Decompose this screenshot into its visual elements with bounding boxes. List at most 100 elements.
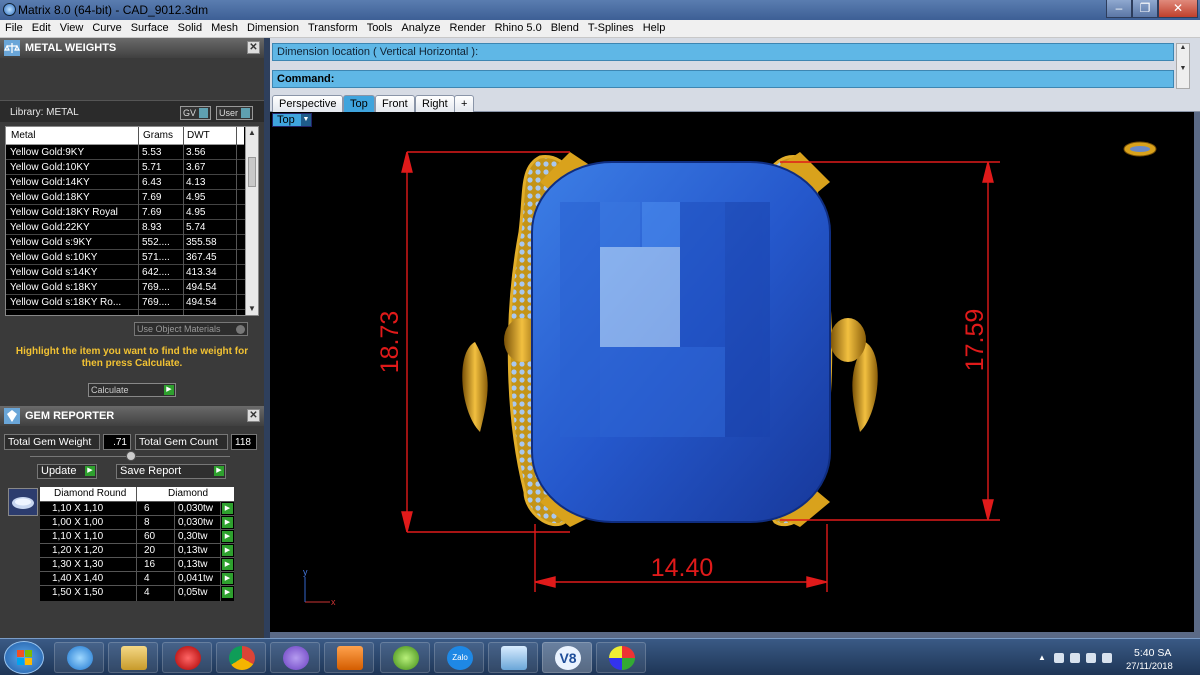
- menu-view[interactable]: View: [55, 20, 88, 38]
- scroll-down-icon[interactable]: ▼: [248, 304, 256, 313]
- menu-edit[interactable]: Edit: [27, 20, 55, 38]
- minimize-button[interactable]: –: [1106, 0, 1132, 18]
- menu-file[interactable]: File: [0, 20, 27, 38]
- menu-help[interactable]: Help: [638, 20, 670, 38]
- menu-transform[interactable]: Transform: [303, 20, 362, 38]
- gem-row[interactable]: 1,20 X 1,20 20 0,13tw ▶: [40, 543, 234, 557]
- tab-top[interactable]: Top: [343, 95, 375, 112]
- col-grams[interactable]: Grams: [143, 130, 173, 141]
- clock-time[interactable]: 5:40 SA: [1134, 647, 1171, 659]
- dimension-left-value: 18.73: [376, 311, 404, 374]
- tab-right[interactable]: Right: [415, 95, 455, 112]
- metal-row[interactable]: Yellow Gold s:18KY 769.... 494.54: [6, 280, 246, 295]
- tab-perspective[interactable]: Perspective: [272, 95, 344, 112]
- menu-analyze[interactable]: Analyze: [396, 20, 444, 38]
- file-explorer-icon[interactable]: [108, 642, 158, 673]
- metal-row[interactable]: Yellow Gold:22KY 8.93 5.74: [6, 220, 246, 235]
- menu-solid[interactable]: Solid: [173, 20, 206, 38]
- select-row-icon[interactable]: ▶: [222, 517, 233, 528]
- command-scrollbar[interactable]: ▲ ▼: [1176, 43, 1190, 89]
- diamond-round-thumbnail[interactable]: [8, 488, 38, 516]
- tray-flag-icon[interactable]: [1070, 653, 1080, 663]
- metal-grams: 5.71: [142, 162, 162, 173]
- select-row-icon[interactable]: ▶: [222, 503, 233, 514]
- select-row-icon[interactable]: ▶: [222, 531, 233, 542]
- menu-mesh[interactable]: Mesh: [206, 20, 242, 38]
- viewport-label[interactable]: Top ▼: [272, 113, 312, 127]
- volume-icon[interactable]: [1102, 653, 1112, 663]
- app-icon[interactable]: [380, 642, 430, 673]
- maximize-button[interactable]: ❐: [1132, 0, 1158, 18]
- gem-row[interactable]: 1,10 X 1,10 6 0,030tw ▶: [40, 501, 234, 515]
- menu-surface[interactable]: Surface: [126, 20, 173, 38]
- close-button[interactable]: ✕: [1158, 0, 1198, 18]
- ring-logo-inner: [1130, 146, 1150, 152]
- garena-icon[interactable]: [162, 642, 212, 673]
- gv-toggle[interactable]: GV: [180, 106, 212, 120]
- update-button[interactable]: Update ▶: [37, 464, 97, 479]
- gem-row[interactable]: 1,50 X 1,50 4 0,05tw ▶: [40, 585, 234, 599]
- media-player-icon[interactable]: [324, 642, 374, 673]
- metal-row[interactable]: Yellow Gold s:14KY 642.... 413.34: [6, 265, 246, 280]
- save-report-button[interactable]: Save Report ▶: [116, 464, 226, 479]
- control-panel-icon[interactable]: [488, 642, 538, 673]
- paint-icon[interactable]: [596, 642, 646, 673]
- top-viewport[interactable]: 18.73 17.59 14.40 x y Top ▼: [270, 112, 1194, 632]
- close-panel-icon[interactable]: ✕: [247, 41, 260, 54]
- scroll-down-icon[interactable]: ▼: [1180, 65, 1187, 72]
- add-tab-button[interactable]: +: [454, 95, 475, 112]
- select-row-icon[interactable]: ▶: [222, 559, 233, 570]
- scroll-up-icon[interactable]: ▲: [1180, 44, 1187, 51]
- command-input[interactable]: Command:: [272, 70, 1174, 88]
- chrome-icon[interactable]: [216, 642, 266, 673]
- menu-blend[interactable]: Blend: [546, 20, 583, 38]
- menu-tools[interactable]: Tools: [362, 20, 397, 38]
- ie-icon[interactable]: [54, 642, 104, 673]
- viber-icon[interactable]: [270, 642, 320, 673]
- tray-expand-icon[interactable]: ▲: [1038, 653, 1048, 663]
- calculate-button[interactable]: Calculate ▶: [88, 383, 176, 397]
- close-panel-icon[interactable]: ✕: [247, 409, 260, 422]
- metal-table-scrollbar[interactable]: ▲ ▼: [245, 127, 258, 315]
- clock-date[interactable]: 27/11/2018: [1126, 661, 1173, 672]
- menu-rhino[interactable]: Rhino 5.0: [490, 20, 546, 38]
- menu-curve[interactable]: Curve: [87, 20, 125, 38]
- scroll-thumb[interactable]: [248, 157, 256, 187]
- gem-row[interactable]: 1,10 X 1,10 60 0,30tw ▶: [40, 529, 234, 543]
- tray-app-icon[interactable]: [1054, 653, 1064, 663]
- column-divider: [236, 127, 237, 315]
- gem-row[interactable]: 1,30 X 1,30 16 0,13tw ▶: [40, 557, 234, 571]
- select-row-icon[interactable]: ▶: [222, 545, 233, 556]
- gem-row[interactable]: 1,40 X 1,40 4 0,041tw ▶: [40, 571, 234, 585]
- menu-dimension[interactable]: Dimension: [242, 20, 303, 38]
- tab-front[interactable]: Front: [375, 95, 415, 112]
- select-row-icon[interactable]: ▶: [222, 573, 233, 584]
- command-area: Dimension location ( Vertical Horizontal…: [270, 38, 1200, 94]
- use-object-materials-toggle[interactable]: Use Object Materials: [134, 322, 248, 336]
- metal-row[interactable]: Yellow Gold:18KY 7.69 4.95: [6, 190, 246, 205]
- zalo-icon[interactable]: Zalo: [434, 642, 484, 673]
- select-row-icon[interactable]: ▶: [222, 587, 233, 598]
- metal-row[interactable]: Yellow Gold s:9KY 552.... 355.58: [6, 235, 246, 250]
- col-metal[interactable]: Metal: [11, 130, 35, 141]
- gem-row[interactable]: 1,00 X 1,00 8 0,030tw ▶: [40, 515, 234, 529]
- start-button[interactable]: [4, 641, 44, 674]
- menu-tsplines[interactable]: T-Splines: [583, 20, 638, 38]
- gem-size: 1,10 X 1,10: [52, 503, 104, 514]
- metal-row[interactable]: Yellow Gold s:18KY Ro... 769.... 494.54: [6, 295, 246, 310]
- metal-row[interactable]: Yellow Gold:10KY 5.71 3.67: [6, 160, 246, 175]
- metal-row[interactable]: Yellow Gold s:10KY 571.... 367.45: [6, 250, 246, 265]
- metal-row[interactable]: Yellow Gold:18KY Royal 7.69 4.95: [6, 205, 246, 220]
- toggle-circle-icon: [236, 325, 245, 334]
- menu-render[interactable]: Render: [445, 20, 490, 38]
- gem-report-icon: [4, 408, 20, 424]
- metal-row[interactable]: Yellow Gold:14KY 6.43 4.13: [6, 175, 246, 190]
- gem-slider-knob[interactable]: [126, 451, 136, 461]
- user-toggle[interactable]: User: [216, 106, 254, 120]
- v8-icon[interactable]: V8: [542, 642, 592, 673]
- metal-grams: 769....: [142, 282, 170, 293]
- scroll-up-icon[interactable]: ▲: [248, 128, 256, 137]
- network-icon[interactable]: [1086, 653, 1096, 663]
- metal-row[interactable]: Yellow Gold:9KY 5.53 3.56: [6, 145, 246, 160]
- col-dwt[interactable]: DWT: [187, 130, 210, 141]
